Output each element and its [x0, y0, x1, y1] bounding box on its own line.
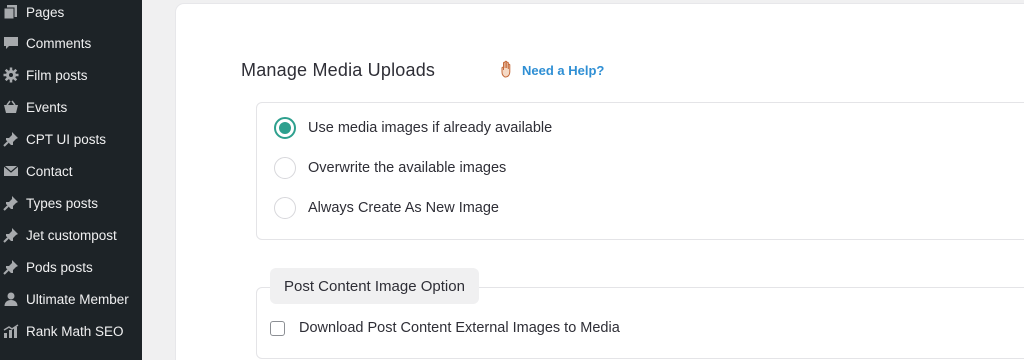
radio-dot [279, 122, 291, 134]
chart-icon [2, 322, 20, 340]
radio-option-use-available[interactable]: Use media images if already available [274, 117, 552, 139]
sidebar-item-label: Types posts [26, 195, 99, 211]
pin-icon [2, 226, 20, 244]
sidebar-item-label: Rank Math SEO [26, 323, 124, 339]
sidebar-item-film-posts[interactable]: Film posts [0, 60, 142, 90]
pages-icon [2, 3, 20, 21]
sidebar-item-label: Pods posts [26, 259, 93, 275]
main-background [142, 0, 176, 360]
sidebar-item-label: Jet custompost [26, 227, 117, 243]
hand-icon [500, 60, 518, 80]
sidebar-item-label: Events [26, 99, 68, 115]
admin-sidebar: Pages Comments Film posts Events CPT UI … [0, 0, 142, 360]
help-link-label: Need a Help? [522, 62, 605, 78]
pin-icon [2, 258, 20, 276]
gear-icon [2, 66, 20, 84]
sidebar-item-label: Pages [26, 4, 65, 20]
checkbox-label: Download Post Content External Images to… [299, 320, 620, 336]
radio-button[interactable] [274, 197, 296, 219]
envelope-icon [2, 162, 20, 180]
download-external-images-option[interactable]: Download Post Content External Images to… [270, 320, 620, 336]
radio-label: Always Create As New Image [308, 200, 499, 216]
sidebar-item-label: CPT UI posts [26, 131, 107, 147]
sidebar-item-events[interactable]: Events [0, 92, 142, 122]
radio-option-overwrite[interactable]: Overwrite the available images [274, 157, 506, 179]
sidebar-item-rank-math-seo[interactable]: Rank Math SEO [0, 316, 142, 346]
sidebar-item-types-posts[interactable]: Types posts [0, 188, 142, 218]
pin-icon [2, 130, 20, 148]
help-link[interactable]: Need a Help? [500, 60, 604, 80]
radio-option-create-new[interactable]: Always Create As New Image [274, 197, 499, 219]
sidebar-item-contact[interactable]: Contact [0, 156, 142, 186]
radio-label: Overwrite the available images [308, 160, 507, 176]
sidebar-item-jet-custompost[interactable]: Jet custompost [0, 220, 142, 250]
pin-icon [2, 194, 20, 212]
section-title: Post Content Image Option [270, 268, 479, 304]
sidebar-item-pods-posts[interactable]: Pods posts [0, 252, 142, 282]
page-title: Manage Media Uploads [241, 60, 436, 80]
sidebar-item-pages[interactable]: Pages [0, 0, 142, 27]
sidebar-item-cpt-ui-posts[interactable]: CPT UI posts [0, 124, 142, 154]
checkbox[interactable] [270, 320, 285, 336]
radio-label: Use media images if already available [308, 120, 553, 136]
sidebar-item-ultimate-member[interactable]: Ultimate Member [0, 284, 142, 314]
basket-icon [2, 98, 20, 116]
sidebar-item-label: Ultimate Member [26, 291, 129, 307]
sidebar-item-comments[interactable]: Comments [0, 28, 142, 58]
sidebar-item-label: Contact [26, 163, 73, 179]
comments-icon [2, 34, 20, 52]
sidebar-item-label: Comments [26, 35, 92, 51]
sidebar-item-label: Film posts [26, 67, 88, 83]
radio-button-checked[interactable] [274, 117, 296, 139]
user-icon [2, 290, 20, 308]
radio-button[interactable] [274, 157, 296, 179]
